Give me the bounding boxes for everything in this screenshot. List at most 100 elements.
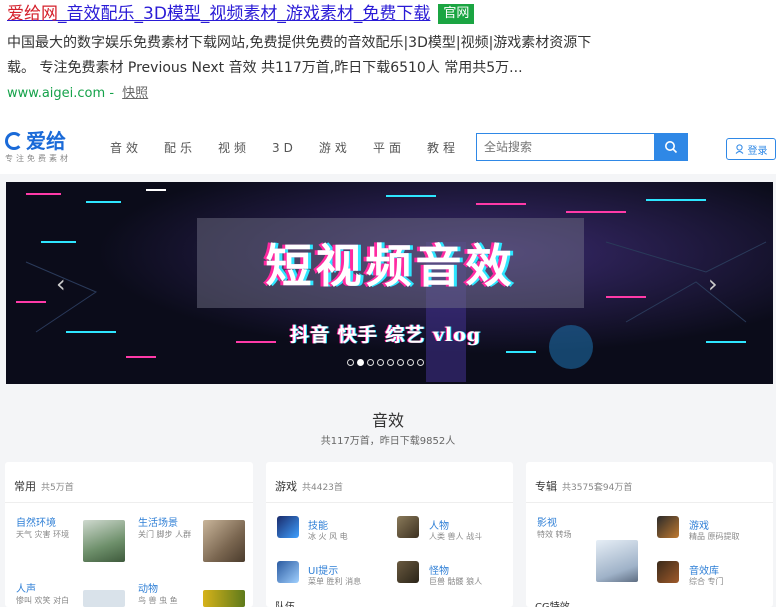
search-icon [664, 141, 677, 154]
banner-next-button[interactable]: › [708, 272, 724, 296]
nature-thumbnail[interactable] [83, 520, 125, 562]
banner-dot[interactable] [407, 359, 414, 366]
category-library[interactable]: 音效库 [689, 562, 719, 577]
logo-tagline: 专注免费素材 [5, 154, 71, 163]
result-title-text[interactable]: _音效配乐_3D模型_视频素材_游戏素材_免费下载 [58, 4, 430, 24]
banner-dot-active[interactable] [357, 359, 364, 366]
card-title[interactable]: 游戏 [275, 480, 297, 493]
category-nature[interactable]: 自然环境 [16, 514, 56, 529]
category-sub: 菜单 胜利 消息 [308, 577, 362, 586]
ui-prompt-icon [277, 561, 299, 583]
category-sub: 特效 转场 [537, 530, 572, 539]
category-sub: 冰 火 风 电 [308, 532, 348, 541]
category-character[interactable]: 人物 [429, 517, 449, 532]
logo-text: 爱给 [26, 129, 66, 153]
snapshot-link[interactable]: 快照 [122, 86, 148, 101]
card-count: 共4423首 [302, 483, 343, 493]
category-film[interactable]: 影视 [537, 514, 557, 529]
result-title-highlight[interactable]: 爱给网 [7, 4, 58, 24]
banner-dot[interactable] [397, 359, 404, 366]
banner-dots [347, 359, 424, 366]
card-header: 游戏 共4423首 [275, 478, 343, 494]
banner-prev-button[interactable]: ‹ [56, 272, 72, 296]
category-animal[interactable]: 动物 [138, 580, 158, 595]
nav-item-video[interactable]: 视频 [218, 139, 250, 157]
film-thumbnail[interactable] [596, 540, 638, 582]
nav-item-music[interactable]: 配乐 [164, 139, 196, 157]
category-ui[interactable]: UI提示 [308, 562, 338, 577]
section-subtitle: 共117万首，昨日下载9852人 [320, 436, 456, 447]
search-input[interactable] [477, 134, 655, 160]
section-title: 音效 [371, 411, 404, 430]
banner-title-box: 短视频音效 [197, 218, 584, 308]
site-preview: 爱给 专注免费素材 音效 配乐 视频 3D 游戏 平面 教程 登录 [0, 122, 776, 607]
divider [526, 502, 773, 503]
result-title-link[interactable]: 爱给网_音效配乐_3D模型_视频素材_游戏素材_免费下载 [7, 2, 430, 26]
banner-dot[interactable] [377, 359, 384, 366]
category-voice[interactable]: 人声 [16, 580, 36, 595]
result-title-row: 爱给网_音效配乐_3D模型_视频素材_游戏素材_免费下载 官网 [7, 2, 767, 26]
logo-c-icon [5, 132, 23, 150]
card-album: 专辑 共3575套94万首 影视 特效 转场 游戏 精品 原码提取 音效库 综合 … [526, 462, 773, 607]
result-description: 中国最大的数字娱乐免费素材下载网站,免费提供免费的音效配乐|3D模型|视频|游戏… [7, 31, 697, 81]
result-url[interactable]: www.aigei.com [7, 86, 105, 101]
site-search [476, 133, 688, 161]
card-common: 常用 共5万首 自然环境 天气 灾害 环境 生活场景 关门 脚步 人群 人声 惨叫… [5, 462, 253, 607]
category-life[interactable]: 生活场景 [138, 514, 178, 529]
login-button[interactable]: 登录 [726, 138, 776, 160]
category-sub: 关门 脚步 人群 [138, 530, 192, 539]
main-nav: 音效 配乐 视频 3D 游戏 平面 教程 [110, 139, 481, 157]
user-icon [735, 144, 743, 154]
banner-dot[interactable] [367, 359, 374, 366]
nav-item-tutorial[interactable]: 教程 [427, 139, 459, 157]
site-navbar: 爱给 专注免费素材 音效 配乐 视频 3D 游戏 平面 教程 登录 [0, 122, 776, 174]
result-desc-line1: 中国最大的数字娱乐免费素材下载网站,免费提供免费的音效配乐|3D模型|视频|游戏… [7, 35, 592, 51]
official-badge[interactable]: 官网 [438, 4, 475, 24]
banner-tags: 抖音 快手 综艺 vlog [290, 324, 482, 346]
card-title[interactable]: 常用 [14, 480, 36, 493]
category-sub: 鸟 兽 虫 鱼 [138, 596, 178, 605]
category-sub: 综合 专门 [689, 577, 724, 586]
site-logo[interactable]: 爱给 专注免费素材 [5, 128, 71, 164]
banner-dot[interactable] [417, 359, 424, 366]
category-sub: 天气 灾害 环境 [16, 530, 70, 539]
category-sub: 精品 原码提取 [689, 532, 740, 541]
category-monster[interactable]: 怪物 [429, 562, 449, 577]
result-url-row: www.aigei.com - 快照 [7, 84, 767, 104]
category-game-album[interactable]: 游戏 [689, 517, 709, 532]
category-cg[interactable]: CG特效 [535, 598, 570, 607]
animal-thumbnail[interactable] [203, 590, 245, 607]
search-result: 爱给网_音效配乐_3D模型_视频素材_游戏素材_免费下载 官网 中国最大的数字娱… [7, 2, 767, 104]
category-sub: 惨叫 欢笑 对白 [16, 596, 70, 605]
card-count: 共5万首 [41, 483, 74, 493]
nav-item-3d[interactable]: 3D [272, 139, 297, 157]
skill-icon [277, 516, 299, 538]
search-button[interactable] [654, 134, 687, 160]
category-team[interactable]: 队伍 [275, 598, 295, 607]
category-skill[interactable]: 技能 [308, 517, 328, 532]
card-game: 游戏 共4423首 技能 冰 火 风 电 人物 人类 兽人 战斗 UI提示 菜单 … [266, 462, 513, 607]
voice-thumbnail[interactable] [83, 590, 125, 607]
game-album-icon [657, 516, 679, 538]
nav-item-graphic[interactable]: 平面 [373, 139, 405, 157]
card-header: 常用 共5万首 [14, 478, 74, 494]
hero-banner[interactable]: 短视频音效 抖音 快手 综艺 vlog ‹ › [6, 182, 773, 384]
nav-item-sound[interactable]: 音效 [110, 139, 142, 157]
card-header: 专辑 共3575套94万首 [535, 478, 632, 494]
character-icon [397, 516, 419, 538]
banner-title: 短视频音效 [265, 239, 516, 293]
divider [266, 502, 513, 503]
login-label: 登录 [747, 145, 768, 157]
banner-dot[interactable] [387, 359, 394, 366]
card-count: 共3575套94万首 [562, 483, 633, 493]
card-title[interactable]: 专辑 [535, 480, 557, 493]
result-desc-line2: 载。 专注免费素材 Previous Next 音效 共117万首,昨日下载65… [7, 60, 523, 76]
category-sub: 人类 兽人 战斗 [429, 532, 483, 541]
category-sub: 巨兽 骷髅 狼人 [429, 577, 483, 586]
divider [5, 502, 253, 503]
life-thumbnail[interactable] [203, 520, 245, 562]
library-icon [657, 561, 679, 583]
nav-item-game[interactable]: 游戏 [319, 139, 351, 157]
banner-dot[interactable] [347, 359, 354, 366]
result-url-sep: - [109, 86, 115, 101]
